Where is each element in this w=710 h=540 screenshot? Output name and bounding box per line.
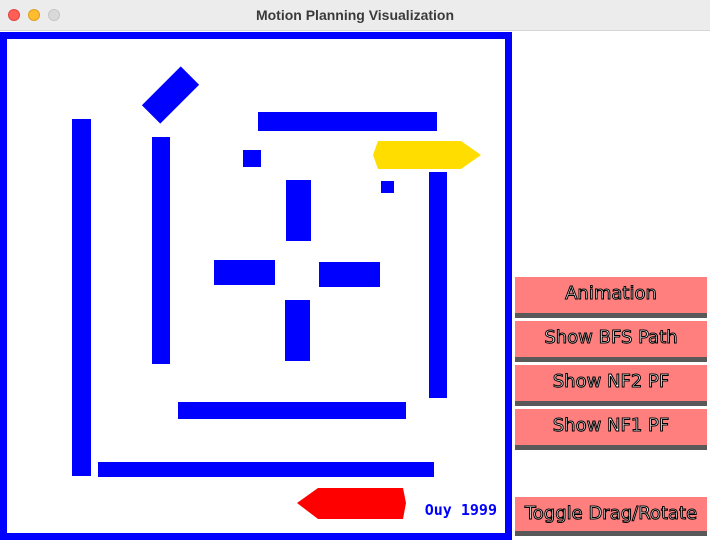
- obstacle: [72, 119, 91, 476]
- robot-goal[interactable]: [297, 488, 409, 520]
- obstacle: [178, 402, 406, 419]
- obstacle: [152, 137, 170, 364]
- animation-button[interactable]: Animation: [515, 277, 707, 318]
- obstacle-rotated: [141, 66, 200, 124]
- show-nf2-pf-button[interactable]: Show NF2 PF: [515, 365, 707, 406]
- obstacle: [285, 300, 310, 361]
- obstacle: [381, 181, 394, 193]
- window-title: Motion Planning Visualization: [255, 7, 455, 23]
- obstacle: [243, 150, 261, 167]
- robot-start[interactable]: [373, 140, 483, 170]
- toggle-drag-rotate-button[interactable]: Toggle Drag/Rotate: [515, 497, 707, 536]
- show-bfs-path-button[interactable]: Show BFS Path: [515, 321, 707, 362]
- show-nf1-pf-button[interactable]: Show NF1 PF: [515, 409, 707, 450]
- obstacle: [319, 262, 380, 287]
- obstacle: [214, 260, 275, 285]
- window-titlebar: Motion Planning Visualization: [0, 0, 710, 31]
- obstacle: [98, 462, 434, 477]
- obstacle: [258, 112, 437, 131]
- credit-text: Ouy 1999: [424, 501, 497, 519]
- obstacle: [286, 180, 311, 241]
- workspace-canvas[interactable]: Ouy 1999: [0, 32, 512, 540]
- obstacle: [429, 172, 447, 398]
